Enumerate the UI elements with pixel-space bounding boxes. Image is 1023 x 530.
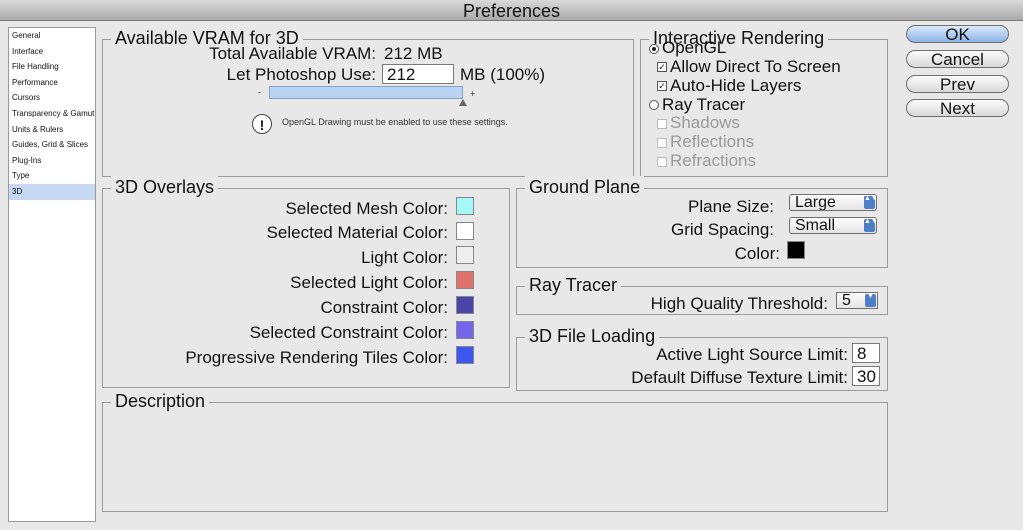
- overlay-label-selected-constraint: Selected Constraint Color:: [249, 323, 448, 342]
- overlay-swatch-selected-mesh[interactable]: [456, 197, 474, 215]
- opengl-label: OpenGL: [662, 38, 727, 57]
- vram-slider-thumb[interactable]: [459, 99, 467, 106]
- overlay-swatch-selected-constraint[interactable]: [456, 321, 474, 339]
- ray-tracer-label: Ray Tracer: [662, 95, 746, 114]
- select-arrows-icon: ▲▼: [864, 218, 876, 232]
- next-button[interactable]: Next: [906, 99, 1009, 117]
- slider-min-label: -: [258, 87, 261, 97]
- overlay-swatch-selected-light[interactable]: [456, 271, 474, 289]
- overlay-label-selected-material: Selected Material Color:: [266, 223, 448, 242]
- opengl-note: OpenGL Drawing must be enabled to use th…: [282, 117, 508, 127]
- ground-color-swatch[interactable]: [787, 241, 805, 259]
- light-source-limit-label: Active Light Source Limit:: [656, 345, 848, 364]
- shadows-checkbox[interactable]: [657, 119, 667, 129]
- overlay-label-progressive-tiles: Progressive Rendering Tiles Color:: [185, 348, 448, 367]
- file-loading-title: 3D File Loading: [525, 325, 660, 347]
- ray-tracer-radio[interactable]: [649, 100, 659, 110]
- overlay-swatch-constraint[interactable]: [456, 296, 474, 314]
- overlay-swatch-light[interactable]: [456, 246, 474, 264]
- auto-hide-label: Auto-Hide Layers: [670, 76, 802, 95]
- overlays-group-title: 3D Overlays: [111, 176, 219, 198]
- window-titlebar: Preferences: [0, 0, 1023, 21]
- allow-direct-checkbox[interactable]: ✓: [657, 62, 667, 72]
- cancel-button[interactable]: Cancel: [906, 50, 1009, 68]
- description-title: Description: [111, 390, 210, 412]
- reflections-checkbox[interactable]: [657, 138, 667, 148]
- plane-size-select[interactable]: Large ▲▼: [789, 194, 877, 211]
- allow-direct-label: Allow Direct To Screen: [670, 57, 841, 76]
- threshold-select[interactable]: 5 ▼: [836, 292, 878, 309]
- grid-spacing-value: Small: [795, 217, 836, 234]
- opengl-radio[interactable]: [649, 44, 659, 54]
- sidebar-item-guides-grid-slices[interactable]: Guides, Grid & Slices: [9, 137, 95, 153]
- sidebar-item-cursors[interactable]: Cursors: [9, 90, 95, 106]
- vram-amount-input[interactable]: 212: [382, 64, 454, 84]
- texture-limit-input[interactable]: 30: [852, 366, 880, 386]
- overlay-label-light: Light Color:: [361, 248, 448, 267]
- grid-spacing-select[interactable]: Small ▲▼: [789, 217, 877, 234]
- select-arrows-icon: ▲▼: [864, 195, 876, 209]
- refractions-checkbox[interactable]: [657, 157, 667, 167]
- let-photoshop-use-label: Let Photoshop Use:: [226, 65, 376, 84]
- overlay-label-selected-light: Selected Light Color:: [290, 273, 448, 292]
- preferences-sidebar: General Interface File Handling Performa…: [8, 27, 96, 522]
- sidebar-item-file-handling[interactable]: File Handling: [9, 59, 95, 75]
- total-vram-label: Total Available VRAM:: [209, 44, 376, 63]
- plane-size-label: Plane Size:: [688, 197, 774, 216]
- grid-spacing-label: Grid Spacing:: [671, 220, 774, 239]
- sidebar-item-performance[interactable]: Performance: [9, 75, 95, 91]
- prev-button[interactable]: Prev: [906, 75, 1009, 93]
- overlay-swatch-selected-material[interactable]: [456, 222, 474, 240]
- sidebar-item-general[interactable]: General: [9, 28, 95, 44]
- overlay-swatch-progressive-tiles[interactable]: [456, 346, 474, 364]
- vram-unit-label: MB (100%): [460, 65, 546, 84]
- overlay-label-constraint: Constraint Color:: [320, 298, 448, 317]
- texture-limit-label: Default Diffuse Texture Limit:: [631, 368, 848, 387]
- sidebar-item-3d[interactable]: 3D: [9, 183, 95, 200]
- warning-icon: !: [252, 114, 272, 134]
- sidebar-item-plug-ins[interactable]: Plug-Ins: [9, 153, 95, 169]
- vram-slider-track[interactable]: [269, 86, 463, 99]
- threshold-value: 5: [842, 292, 851, 309]
- refractions-label: Refractions: [670, 151, 756, 170]
- ok-button[interactable]: OK: [906, 25, 1009, 43]
- sidebar-item-units-rulers[interactable]: Units & Rulers: [9, 122, 95, 138]
- slider-max-label: +: [470, 89, 476, 99]
- total-vram-value: 212 MB: [384, 44, 443, 63]
- auto-hide-checkbox[interactable]: ✓: [657, 81, 667, 91]
- description-group: Description: [102, 390, 888, 512]
- chevron-down-icon: ▼: [865, 293, 876, 307]
- sidebar-item-interface[interactable]: Interface: [9, 44, 95, 60]
- sidebar-item-transparency-gamut[interactable]: Transparency & Gamut: [9, 106, 95, 122]
- overlay-label-selected-mesh: Selected Mesh Color:: [285, 199, 448, 218]
- threshold-label: High Quality Threshold:: [650, 294, 828, 313]
- ground-color-label: Color:: [734, 244, 780, 263]
- ground-plane-title: Ground Plane: [525, 176, 645, 198]
- shadows-label: Shadows: [670, 113, 740, 132]
- light-source-limit-input[interactable]: 8: [852, 343, 880, 363]
- ray-tracer-title: Ray Tracer: [525, 274, 622, 296]
- window-title: Preferences: [462, 1, 561, 21]
- plane-size-value: Large: [795, 194, 836, 211]
- sidebar-item-type[interactable]: Type: [9, 168, 95, 184]
- reflections-label: Reflections: [670, 132, 755, 151]
